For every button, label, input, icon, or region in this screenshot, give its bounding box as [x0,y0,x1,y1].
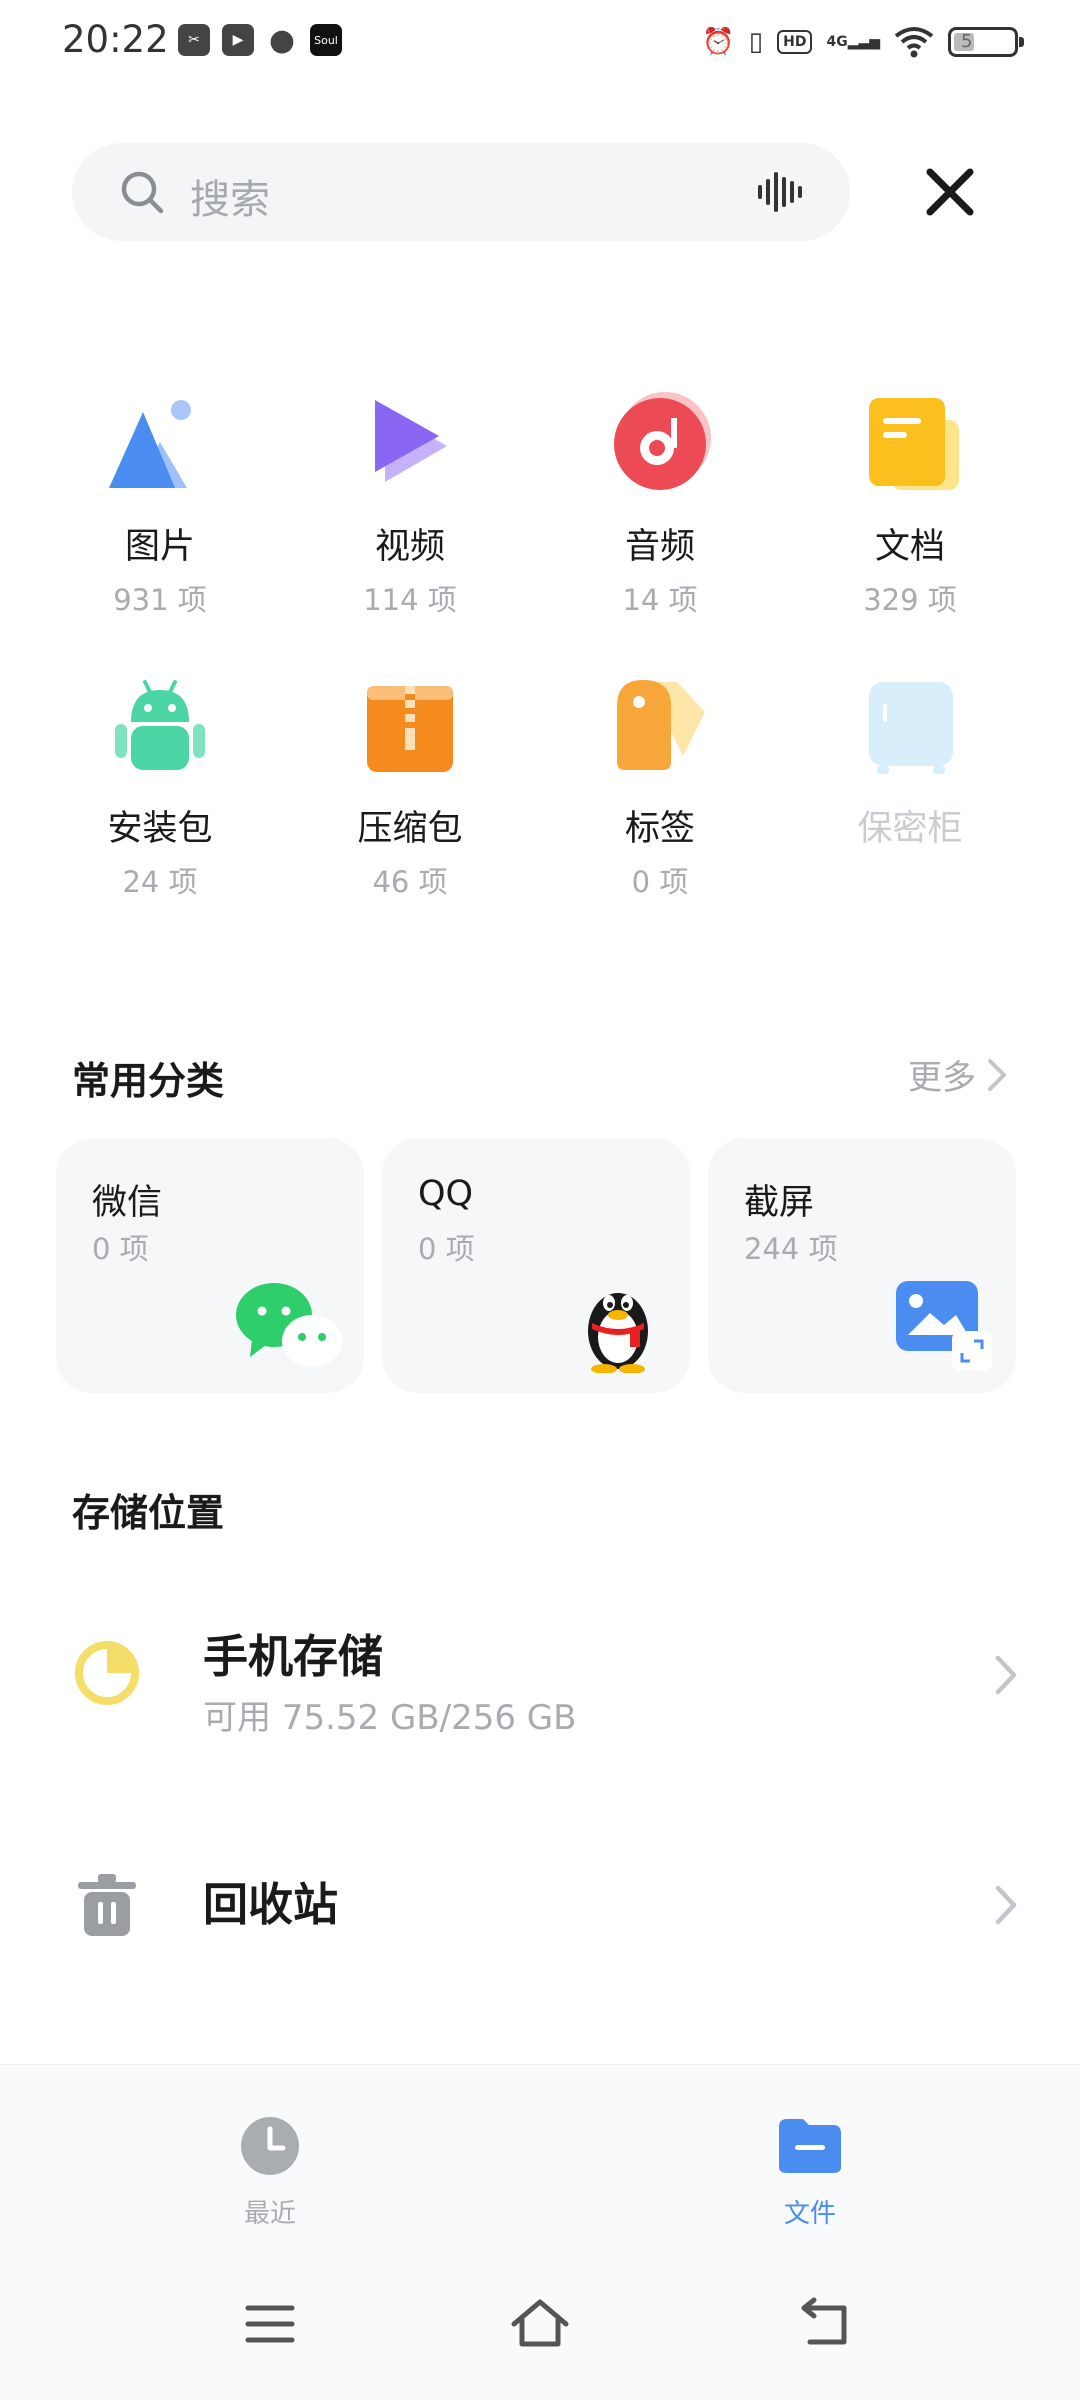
category-count: 24 项 [122,865,198,899]
clock-icon [241,2117,299,2175]
document-icon [869,398,959,490]
category-count: 329 项 [863,583,957,617]
card-wechat[interactable]: 微信 0 项 [56,1138,364,1393]
tab-recent[interactable]: 最近 [190,2115,350,2230]
vibrate-icon: ▯ [748,27,764,57]
safe-icon [869,682,953,774]
search-icon [121,171,164,214]
card-title: 微信 [92,1183,163,1223]
category-count: 114 项 [363,583,457,617]
category-count: 46 项 [372,865,448,899]
phone-storage-detail: 可用 75.52 GB/256 GB [203,1698,577,1738]
category-videos[interactable]: 视频 114 项 [310,390,510,619]
card-count: 0 项 [92,1232,149,1266]
status-time: 20:22 [62,18,169,61]
tab-files[interactable]: 文件 [730,2115,890,2230]
video-icon [375,400,447,482]
chevron-right-icon [995,1885,1017,1925]
bottom-navigation: 最近 文件 [0,2064,1080,2264]
battery-icon: 5 [948,27,1024,57]
storage-section-title: 存储位置 [72,1491,225,1535]
category-apks[interactable]: 安装包 24 项 [60,672,260,901]
notification-play-icon: ▶ [222,24,254,56]
alarm-icon: ⏰ [702,27,735,57]
common-section-title: 常用分类 [72,1059,225,1103]
image-icon [109,400,191,488]
category-tags[interactable]: 标签 0 项 [560,672,760,901]
more-button[interactable]: 更多 [908,1050,1008,1099]
archive-icon [367,686,453,772]
notification-chat-icon: ● [268,22,296,58]
recycle-bin-title: 回收站 [203,1878,339,1931]
back-icon[interactable] [796,2294,856,2354]
card-count: 0 项 [418,1232,475,1266]
tab-recent-label: 最近 [243,2199,296,2229]
storage-pie-icon [75,1641,139,1705]
chevron-right-icon [988,1058,1006,1091]
category-safe[interactable]: 保密柜 [810,672,1010,851]
status-bar: 20:22 ✂ ▶ ● Soul ⏰ ▯ HD 4G▂▃▅ 5 [0,0,1080,84]
phone-storage-row[interactable]: 手机存储 可用 75.52 GB/256 GB [0,1590,1080,1760]
category-name: 安装包 [107,809,213,849]
category-name: 标签 [624,809,695,849]
network-type: 4G [826,34,848,50]
battery-level: 5 [961,31,973,52]
menu-icon[interactable] [240,2294,300,2354]
search-bar[interactable]: 搜索 [72,143,850,241]
wifi-icon [894,27,934,58]
category-count: 931 项 [113,583,207,617]
card-title: QQ [418,1174,474,1214]
wechat-icon [236,1283,342,1367]
notification-soul-icon: Soul [310,24,342,56]
category-name: 图片 [124,527,195,567]
hd-badge: HD [777,30,813,54]
search-input[interactable]: 搜索 [190,167,270,225]
recycle-bin-row[interactable]: 回收站 [0,1820,1080,1990]
category-name: 视频 [374,527,445,567]
category-name: 文档 [874,527,945,567]
tab-files-label: 文件 [783,2199,836,2229]
trash-icon [78,1874,136,1936]
audio-icon [614,392,711,490]
more-label: 更多 [908,1058,976,1098]
category-audio[interactable]: 音频 14 项 [560,390,760,619]
category-name: 压缩包 [357,809,463,849]
category-count: 14 项 [622,583,698,617]
tag-icon [617,680,705,770]
folder-icon [779,2119,841,2173]
category-archives[interactable]: 压缩包 46 项 [310,672,510,901]
card-qq[interactable]: QQ 0 项 [382,1138,690,1393]
android-icon [115,680,205,770]
card-title: 截屏 [744,1183,815,1223]
category-count: 0 项 [631,865,689,899]
signal-icon: 4G▂▃▅ [826,34,880,50]
notification-scissors-icon: ✂ [178,24,210,56]
chevron-right-icon [995,1655,1017,1695]
phone-storage-title: 手机存储 [203,1630,384,1683]
close-icon[interactable] [918,160,982,224]
screenshot-icon [896,1281,992,1371]
card-screenshots[interactable]: 截屏 244 项 [708,1138,1016,1393]
category-images[interactable]: 图片 931 项 [60,390,260,619]
card-count: 244 项 [744,1232,838,1266]
voice-input-icon[interactable] [756,170,804,214]
category-name: 保密柜 [857,809,963,849]
system-navigation-bar [0,2264,1080,2400]
category-documents[interactable]: 文档 329 项 [810,390,1010,619]
category-name: 音频 [624,527,695,567]
qq-icon [588,1293,648,1373]
home-icon[interactable] [510,2294,570,2354]
